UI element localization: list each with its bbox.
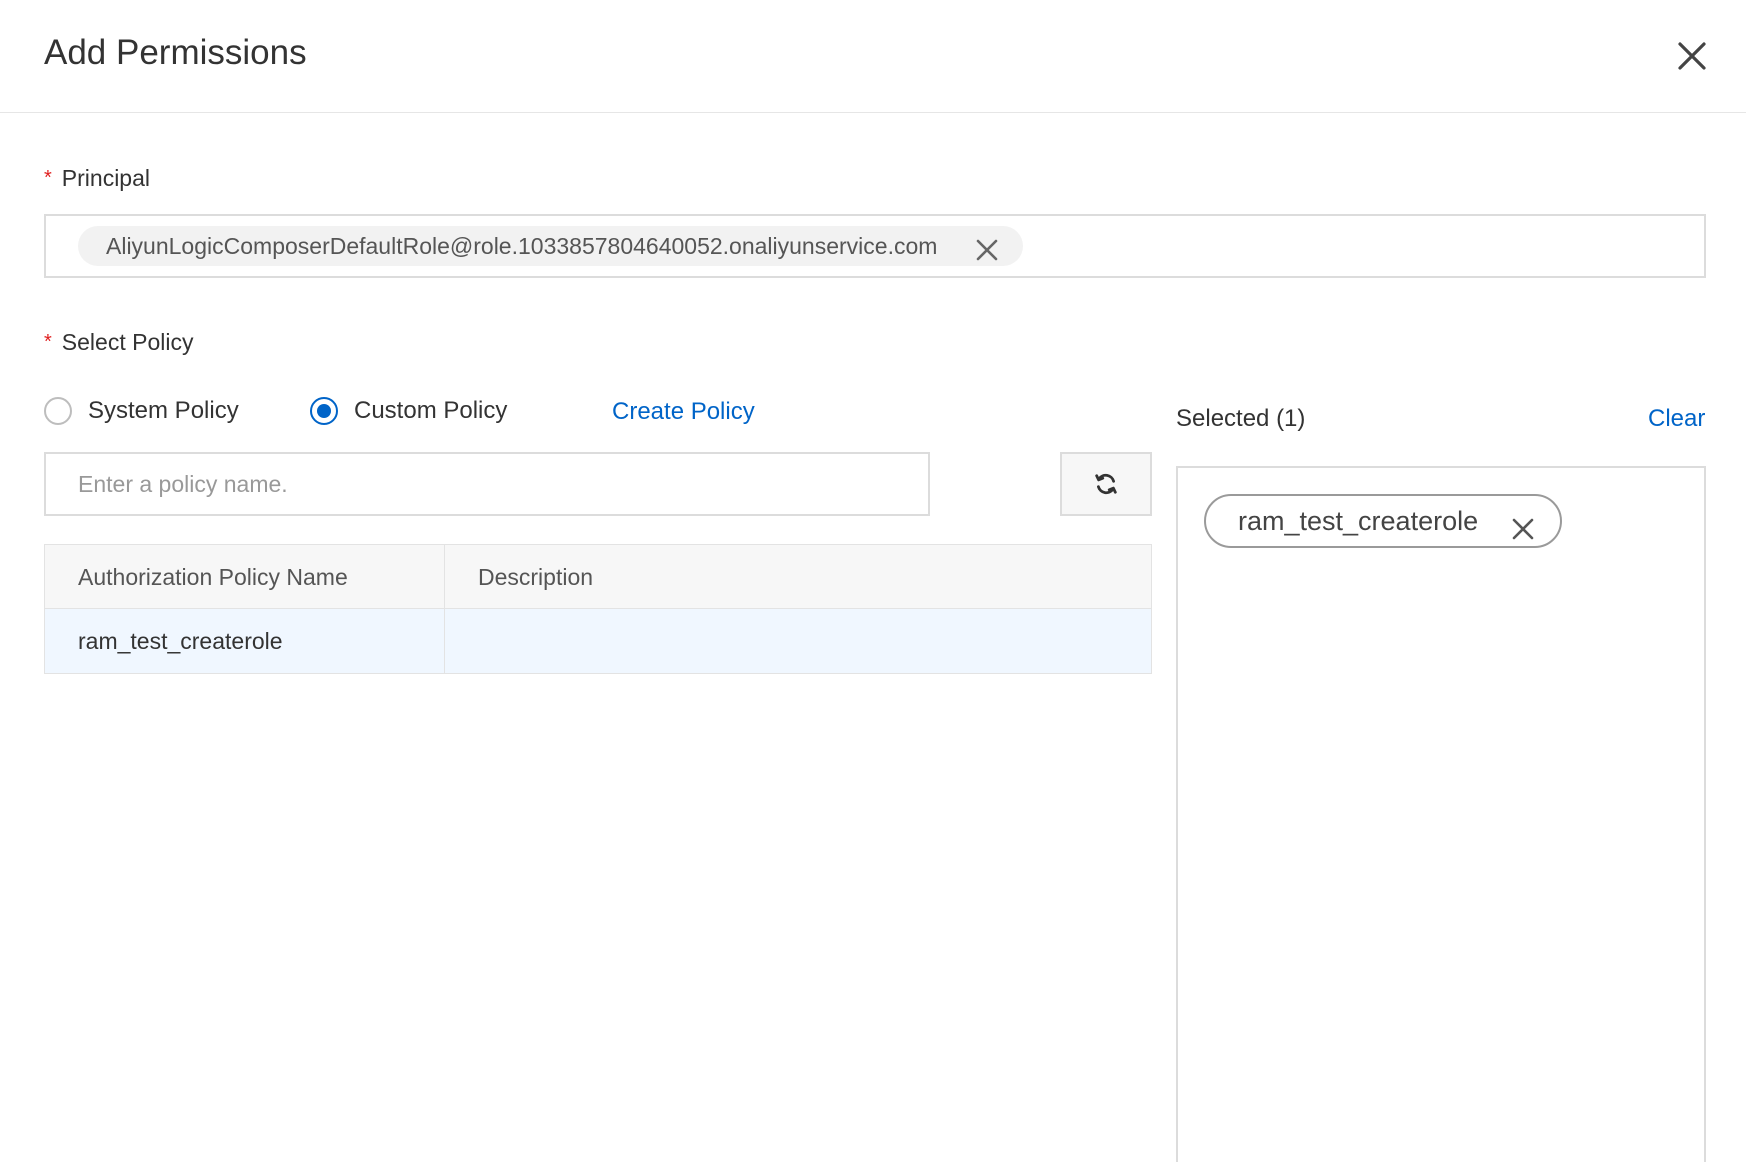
dialog-header: Add Permissions: [0, 0, 1746, 113]
principal-tag-remove-button[interactable]: [975, 234, 999, 261]
dialog-title: Add Permissions: [44, 33, 307, 72]
policy-search-input[interactable]: [44, 452, 930, 516]
table-header-row: Authorization Policy Name Description: [45, 545, 1151, 609]
selected-policy-tag-text: ram_test_createrole: [1238, 506, 1479, 536]
principal-label: * Principal: [44, 163, 150, 193]
refresh-icon: [1095, 473, 1117, 495]
radio-custom-policy-label: Custom Policy: [354, 397, 508, 424]
principal-tag: AliyunLogicComposerDefaultRole@role.1033…: [78, 226, 1024, 266]
column-header-description: Description: [478, 564, 594, 590]
radio-system-policy[interactable]: System Policy: [44, 396, 239, 426]
x-icon: [1512, 518, 1534, 540]
required-mark: *: [44, 331, 52, 353]
add-permissions-dialog: Add Permissions * Principal AliyunLogicCo…: [0, 0, 1746, 1162]
select-policy-label: * Select Policy: [44, 327, 193, 357]
column-header-policy-name: Authorization Policy Name: [45, 545, 445, 608]
radio-custom-policy[interactable]: Custom Policy: [310, 396, 507, 426]
radio-circle-unchecked[interactable]: [44, 397, 72, 425]
policy-name-cell: ram_test_createrole: [45, 609, 445, 673]
policy-description-cell: [445, 609, 1151, 673]
radio-circle-checked[interactable]: [310, 397, 338, 425]
radio-system-policy-label: System Policy: [88, 397, 239, 424]
x-icon: [977, 239, 998, 261]
close-icon: [1678, 42, 1706, 70]
selected-policy-tag: ram_test_createrole: [1204, 494, 1563, 548]
selected-tag-remove-button[interactable]: [1510, 508, 1536, 540]
required-mark: *: [44, 167, 52, 189]
selected-count-label: Selected (1): [1176, 405, 1306, 432]
create-policy-link[interactable]: Create Policy: [612, 397, 755, 427]
select-policy-label-text: Select Policy: [61, 329, 194, 355]
table-row[interactable]: ram_test_createrole: [45, 609, 1151, 673]
principal-tag-text: AliyunLogicComposerDefaultRole@role.1033…: [106, 233, 938, 259]
selected-items-panel: ram_test_createrole: [1176, 466, 1706, 1162]
close-button[interactable]: [1670, 34, 1714, 78]
refresh-button[interactable]: [1060, 452, 1152, 516]
principal-input[interactable]: AliyunLogicComposerDefaultRole@role.1033…: [44, 214, 1706, 278]
policy-table: Authorization Policy Name Description ra…: [44, 544, 1152, 674]
principal-label-text: Principal: [61, 165, 151, 191]
clear-link[interactable]: Clear: [1648, 404, 1705, 434]
